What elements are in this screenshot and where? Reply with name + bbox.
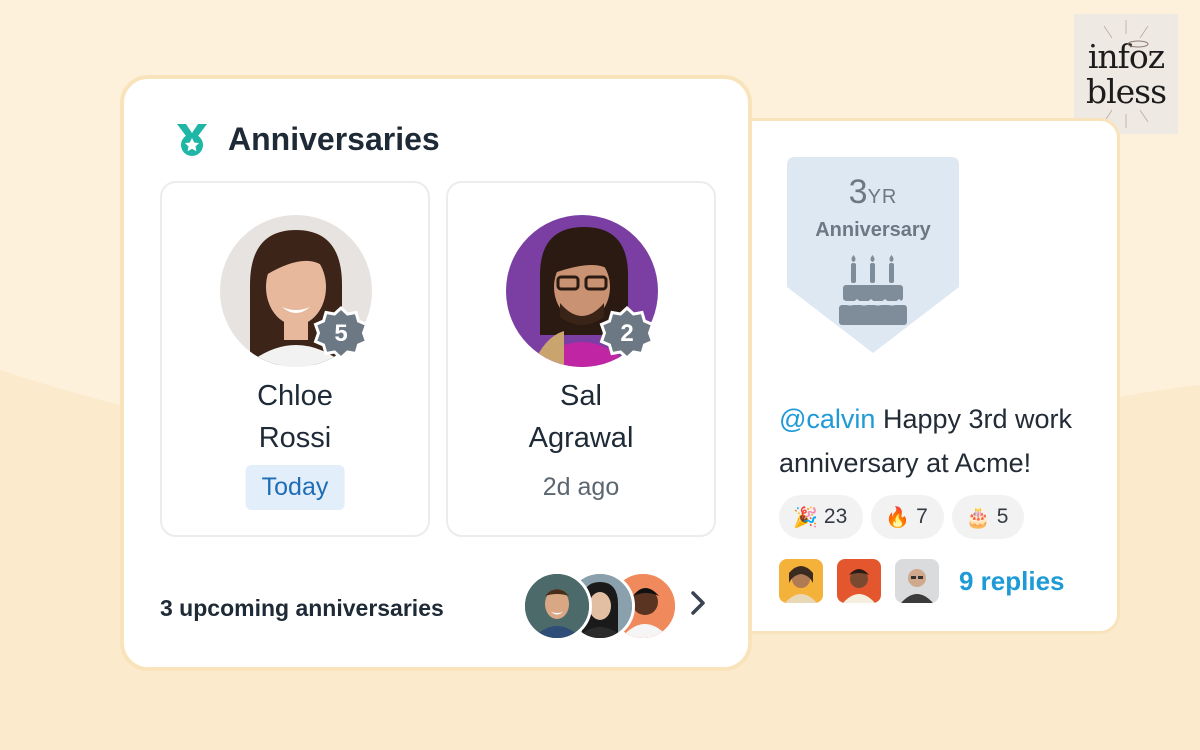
years-badge: 2 [598,305,656,363]
upcoming-avatars[interactable] [522,571,678,641]
reaction-party[interactable]: 🎉 23 [779,495,864,539]
user-mention[interactable]: @calvin [779,404,875,434]
badge-years: 3YR [848,173,898,211]
reaction-count: 23 [823,505,848,528]
reaction-count: 5 [996,505,1009,528]
birthday-cake-icon: 🎂 [965,506,991,529]
reactions-bar: 🎉 23 🔥 7 🎂 5 [779,495,1025,539]
avatar: 2 [506,215,658,367]
anniversary-badge: 3YR Anniversary [787,157,959,362]
last-name: Rossi [258,422,332,454]
years-badge: 5 [312,305,370,363]
years-count: 2 [620,320,634,347]
upcoming-avatar [522,571,592,641]
person-card-chloe-rossi[interactable]: 5 Chloe Rossi Today [160,181,430,537]
replies-link[interactable]: 9 replies [959,566,1065,597]
anniversaries-card: Anniversaries 5 Chloe Rossi Today 2 Sal … [120,75,752,671]
reply-avatar [895,559,939,603]
last-name: Agrawal [528,422,634,454]
reaction-fire[interactable]: 🔥 7 [871,495,944,539]
cake-icon [839,255,907,325]
status-text: 2d ago [542,473,620,501]
person-card-sal-agrawal[interactable]: 2 Sal Agrawal 2d ago [446,181,716,537]
fire-icon: 🔥 [885,506,911,529]
person-name: Sal Agrawal [448,375,714,459]
chevron-right-icon[interactable] [689,589,707,617]
years-count: 5 [334,320,348,347]
first-name: Sal [560,380,602,412]
person-name: Chloe Rossi [162,375,428,459]
first-name: Chloe [257,380,333,412]
reply-avatar [837,559,881,603]
medal-icon [177,123,207,156]
upcoming-anniversaries-label[interactable]: 3 upcoming anniversaries [160,595,444,622]
status-badge: Today [245,465,345,510]
card-header: Anniversaries [174,121,440,158]
card-title: Anniversaries [228,121,440,157]
badge-label: Anniversary [815,219,931,241]
reaction-cake[interactable]: 🎂 5 [951,495,1025,539]
anniversary-post-card: 3YR Anniversary @calvin Happy 3rd work a… [722,118,1120,634]
reply-avatar [779,559,823,603]
avatar: 5 [220,215,372,367]
reaction-count: 7 [916,505,928,528]
party-popper-icon: 🎉 [793,506,818,529]
logo-rays-icon [1103,20,1149,128]
replies-row[interactable]: 9 replies [779,559,1065,603]
post-message: @calvin Happy 3rd work anniversary at Ac… [779,397,1109,485]
watermark-logo: infoz bless [1074,14,1178,134]
